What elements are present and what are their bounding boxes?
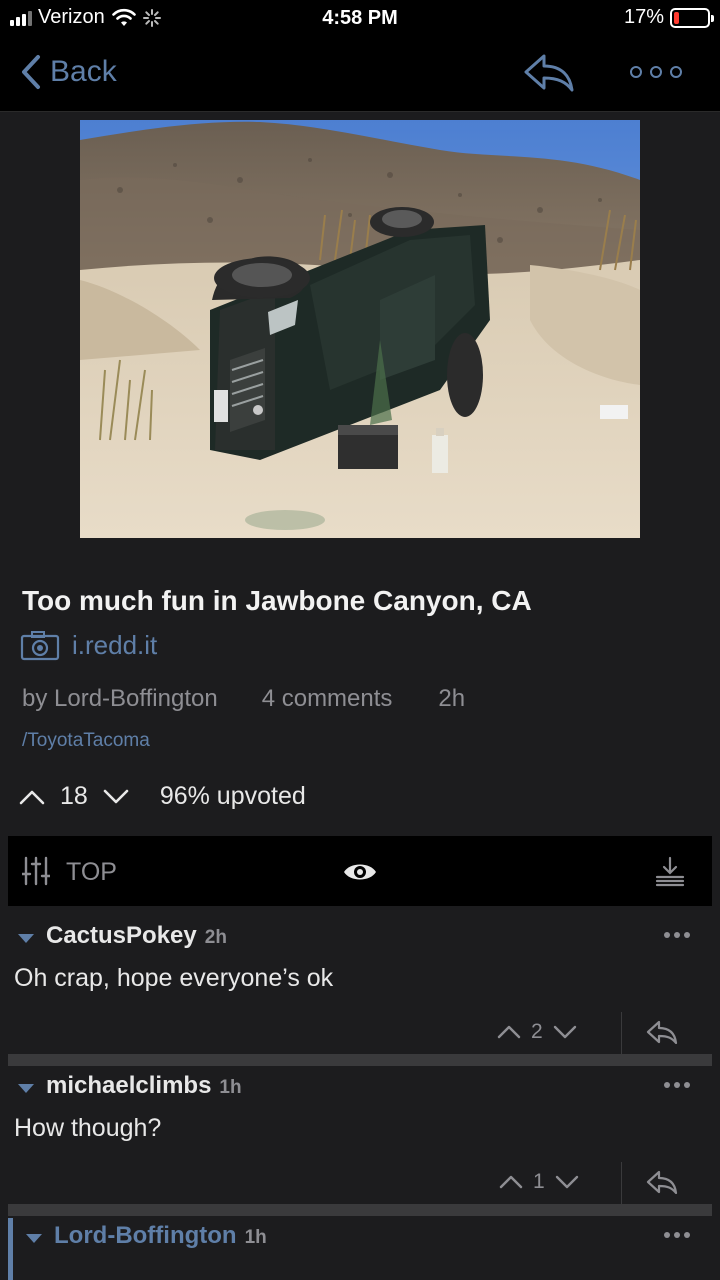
back-label: Back [50,55,117,88]
comment-separator [8,1204,712,1216]
status-right: 17% [623,6,714,29]
post-author[interactable]: by Lord-Boffington [22,685,218,713]
more-icon[interactable] [630,66,682,78]
comment-author[interactable]: Lord-Boffington [54,1222,237,1249]
comment-author-row[interactable]: Lord-Boffington 1h [54,1222,267,1250]
upvote-icon[interactable] [499,1174,523,1190]
subreddit-link[interactable]: /ToyotaTacoma [22,730,150,752]
comment-votes: 1 [499,1170,579,1194]
post-photo [80,120,640,538]
comment-author-row[interactable]: michaelclimbs 1h [46,1072,242,1100]
comment-text: How though? [14,1114,162,1142]
downvote-icon[interactable] [553,1024,577,1040]
comment-text: Oh crap, hope everyone’s ok [14,964,334,992]
comment-age: 1h [219,1077,242,1098]
battery-percent: 17% [623,6,664,28]
thread-line [8,1218,13,1280]
post-title[interactable]: Too much fun in Jawbone Canyon, CA [22,585,532,617]
post-age: 2h [438,685,466,712]
post-image[interactable] [80,120,640,538]
downvote-icon[interactable] [102,788,130,806]
collapse-icon[interactable] [26,1234,42,1243]
reply-icon[interactable] [646,1020,678,1044]
comment-score: 1 [533,1170,545,1193]
comment-votes: 2 [497,1020,577,1044]
reply-icon[interactable] [646,1170,678,1194]
comment-score: 2 [531,1020,543,1043]
comment-count: 4 comments [261,685,393,712]
post-meta: by Lord-Boffington 4 comments 2h [22,685,465,713]
collapse-icon[interactable] [18,1084,34,1093]
chevron-left-icon [22,55,40,89]
post-votes: 18 96% upvoted [18,782,306,811]
comment-author[interactable]: michaelclimbs [46,1072,211,1099]
status-bar: Verizon 4:58 PM 17% [0,0,720,36]
comment-more-icon[interactable] [664,1232,690,1238]
divider [621,1012,622,1056]
post-content: Too much fun in Jawbone Canyon, CA i.red… [0,112,720,1280]
comment: Lord-Boffington 1h [0,1218,720,1280]
comment-author[interactable]: CactusPokey [46,922,197,949]
sort-label[interactable]: TOP [66,858,117,887]
download-icon[interactable] [654,856,686,888]
comment-author-row[interactable]: CactusPokey 2h [46,922,227,950]
post-link[interactable]: i.redd.it [20,630,157,661]
sort-bar: TOP [8,836,712,906]
comment-more-icon[interactable] [664,932,690,938]
nav-bar: Back [0,36,720,112]
sliders-icon[interactable] [22,856,50,886]
battery-fill [674,11,680,24]
post-score: 18 [60,782,88,810]
upvote-icon[interactable] [497,1024,521,1040]
comment: michaelclimbs 1h How though? 1 [0,1070,720,1206]
battery-icon [670,7,714,28]
comment-separator [8,1054,712,1066]
eye-icon[interactable] [342,860,378,884]
downvote-icon[interactable] [555,1174,579,1190]
comment: CactusPokey 2h Oh crap, hope everyone’s o… [0,920,720,1056]
upvote-icon[interactable] [18,788,46,806]
collapse-icon[interactable] [18,934,34,943]
comment-age: 1h [244,1227,267,1248]
upvote-ratio: 96% upvoted [159,782,306,810]
post-domain: i.redd.it [72,630,158,660]
back-button[interactable]: Back [20,54,117,90]
camera-icon [20,630,60,660]
reply-icon[interactable] [522,52,576,92]
divider [621,1162,622,1206]
comment-age: 2h [204,927,227,948]
clock: 4:58 PM [322,7,398,29]
comment-more-icon[interactable] [664,1082,690,1088]
